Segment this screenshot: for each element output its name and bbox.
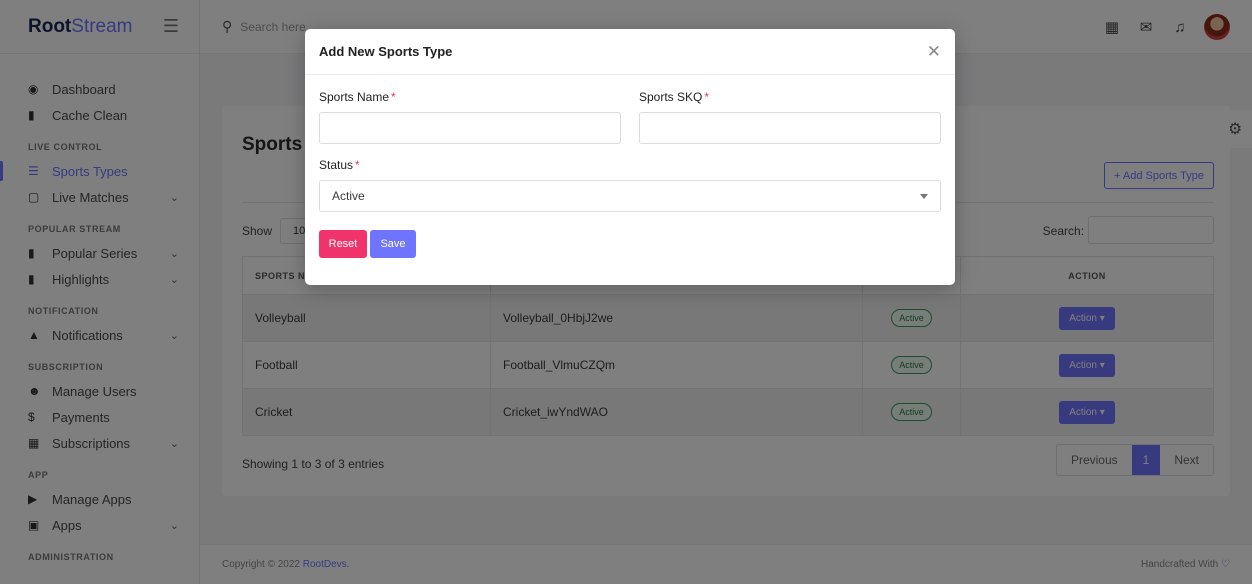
close-icon[interactable]: ✕ bbox=[927, 42, 941, 62]
modal-title: Add New Sports Type bbox=[319, 44, 453, 59]
add-sports-type-modal: Add New Sports Type ✕ Sports Name * Sport… bbox=[305, 29, 955, 285]
sports-skq-label: Sports SKQ * bbox=[639, 90, 710, 104]
required-mark: * bbox=[704, 90, 710, 104]
save-button[interactable]: Save bbox=[370, 230, 416, 258]
reset-button[interactable]: Reset bbox=[319, 230, 367, 258]
status-label: Status * bbox=[319, 158, 360, 172]
sports-skq-input[interactable] bbox=[639, 112, 941, 144]
required-mark: * bbox=[391, 90, 396, 104]
required-mark: * bbox=[355, 158, 360, 172]
status-select[interactable]: Active bbox=[319, 180, 941, 212]
sports-name-label: Sports Name * bbox=[319, 90, 396, 104]
sports-name-input[interactable] bbox=[319, 112, 621, 144]
status-select-value: Active bbox=[332, 189, 365, 203]
caret-down-icon bbox=[920, 194, 928, 199]
modal-header: Add New Sports Type ✕ bbox=[305, 29, 955, 75]
